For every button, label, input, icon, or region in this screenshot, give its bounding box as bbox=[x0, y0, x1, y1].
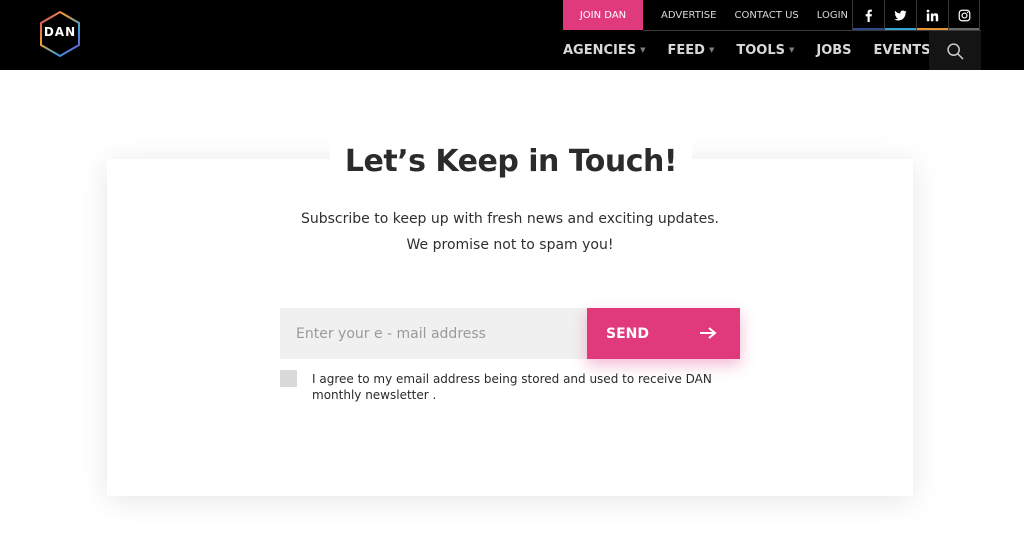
nav-events-label: EVENTS bbox=[873, 42, 931, 58]
nav-jobs[interactable]: JOBS bbox=[816, 43, 851, 58]
instagram-link[interactable] bbox=[948, 0, 980, 30]
nav-tools-label: TOOLS bbox=[736, 42, 785, 58]
send-button[interactable]: SEND bbox=[587, 308, 740, 359]
site-header: DAN JOIN DAN ADVERTISE CONTACT US LOGIN … bbox=[0, 0, 1024, 70]
subtitle-line-1: Subscribe to keep up with fresh news and… bbox=[300, 211, 719, 227]
search-icon bbox=[947, 42, 964, 59]
nav-tools[interactable]: TOOLS ▼ bbox=[736, 43, 794, 58]
newsletter-title-wrap: Let’s Keep in Touch! bbox=[330, 141, 692, 181]
nav-jobs-label: JOBS bbox=[816, 42, 852, 58]
chevron-down-icon: ▼ bbox=[640, 46, 646, 54]
consent-checkbox[interactable] bbox=[280, 370, 297, 387]
subtitle-line-2: We promise not to spam you! bbox=[406, 237, 614, 253]
nav-events[interactable]: EVENTS bbox=[874, 43, 931, 58]
twitter-icon bbox=[894, 9, 907, 20]
dan-logo[interactable]: DAN bbox=[38, 10, 82, 58]
logo-text: DAN bbox=[43, 25, 77, 39]
nav-feed-label: FEED bbox=[667, 42, 705, 58]
email-field[interactable] bbox=[280, 308, 587, 359]
contact-us-link[interactable]: CONTACT US bbox=[734, 10, 798, 21]
send-label: SEND bbox=[606, 325, 649, 342]
nav-feed[interactable]: FEED ▼ bbox=[668, 43, 715, 58]
main-nav: AGENCIES ▼ FEED ▼ TOOLS ▼ JOBS EVENTS bbox=[563, 30, 952, 70]
facebook-icon bbox=[865, 9, 872, 22]
arrow-right-icon bbox=[700, 327, 717, 339]
chevron-down-icon: ▼ bbox=[708, 46, 715, 54]
login-link[interactable]: LOGIN bbox=[817, 10, 848, 21]
linkedin-icon bbox=[926, 9, 939, 21]
join-dan-button[interactable]: JOIN DAN bbox=[563, 0, 643, 30]
facebook-link[interactable] bbox=[852, 0, 884, 30]
chevron-down-icon: ▼ bbox=[788, 46, 795, 54]
search-button[interactable] bbox=[929, 31, 981, 70]
linkedin-link[interactable] bbox=[916, 0, 948, 30]
advertise-link[interactable]: ADVERTISE bbox=[661, 10, 716, 21]
consent-label: I agree to my email address being stored… bbox=[312, 372, 712, 402]
top-bar: JOIN DAN ADVERTISE CONTACT US LOGIN bbox=[563, 0, 848, 30]
newsletter-title: Let’s Keep in Touch! bbox=[344, 143, 678, 179]
newsletter-subtitle: Subscribe to keep up with fresh news and… bbox=[107, 206, 913, 258]
twitter-link[interactable] bbox=[884, 0, 916, 30]
social-links bbox=[852, 0, 980, 30]
instagram-icon bbox=[958, 9, 970, 21]
nav-agencies-label: AGENCIES bbox=[563, 42, 637, 58]
nav-agencies[interactable]: AGENCIES ▼ bbox=[563, 43, 646, 58]
